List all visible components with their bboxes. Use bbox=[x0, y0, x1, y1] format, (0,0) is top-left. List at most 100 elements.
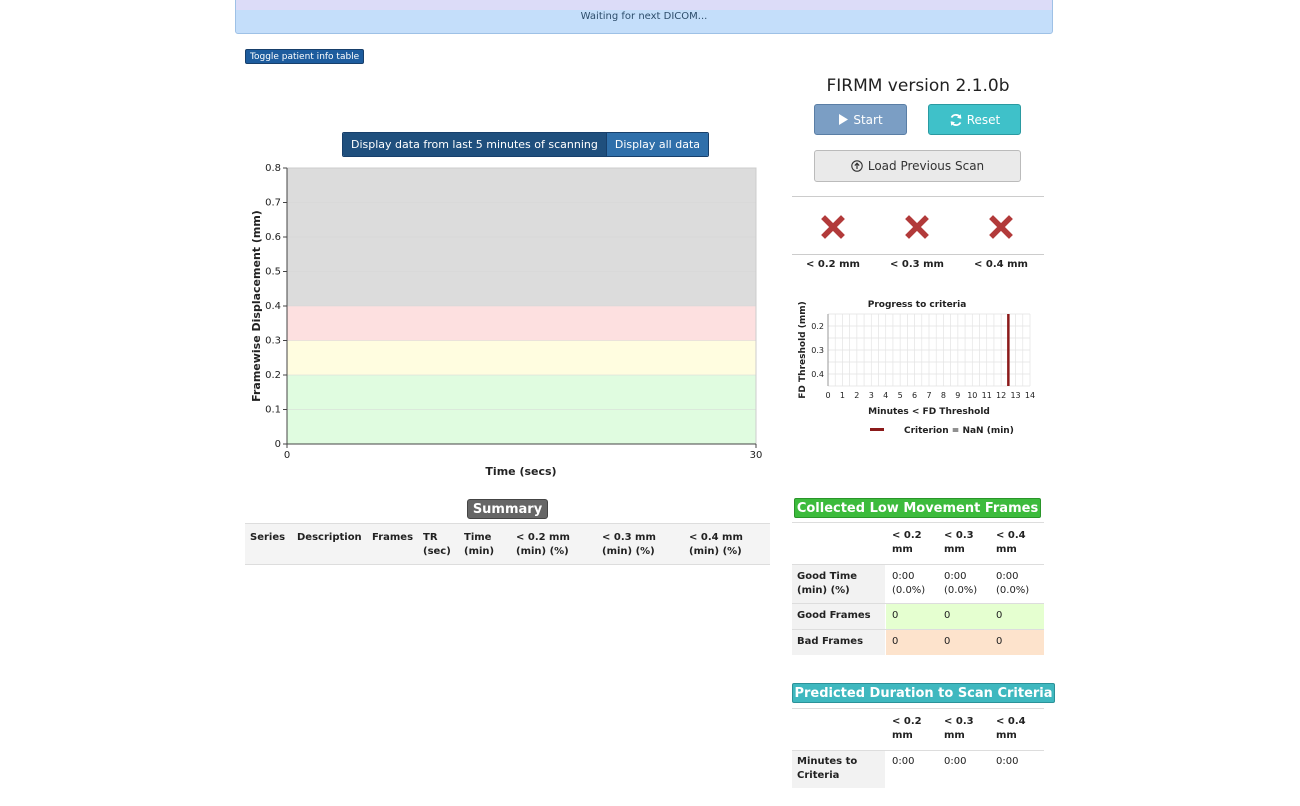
divider bbox=[792, 254, 1044, 255]
y-axis-title: Framewise Displacement (mm) bbox=[250, 210, 263, 402]
x-tick-label: 5 bbox=[898, 391, 903, 400]
threshold-status-mark bbox=[904, 214, 930, 244]
table-cell: 0:00 (0.0%) bbox=[944, 571, 978, 596]
x-tick-label: 10 bbox=[967, 391, 977, 400]
y-tick-label: 0.4 bbox=[265, 301, 281, 312]
load-previous-scan-button[interactable]: Load Previous Scan bbox=[814, 150, 1021, 182]
row-label: Minutes to Criteria bbox=[797, 756, 858, 781]
toggle-patient-table-button[interactable]: Toggle patient info table bbox=[245, 49, 365, 64]
table-cell: 0 bbox=[996, 636, 1003, 647]
x-mark-icon bbox=[989, 215, 1013, 239]
fd-chart: 0 0.1 0.2 0.3 0.4 0.5 0.6 0.7 0.8 0 30 Time (secs… bbox=[250, 163, 763, 478]
table-cell: 0:00 (0.0%) bbox=[996, 571, 1030, 596]
predicted-duration-badge: Predicted Duration to Scan Criteria bbox=[792, 683, 1055, 703]
threshold-band bbox=[287, 306, 756, 341]
column-header: < 0.3 mm bbox=[944, 716, 974, 741]
chart-range-toggle: Display data from last 5 minutes of scan… bbox=[342, 132, 710, 157]
summary-column-header: < 0.4 mm (min) (%) bbox=[689, 532, 743, 557]
x-tick-label: 8 bbox=[941, 391, 946, 400]
threshold-status-mark bbox=[820, 214, 846, 244]
x-mark-icon bbox=[821, 215, 845, 239]
x-mark-icon bbox=[905, 215, 929, 239]
row-label: Good Frames bbox=[797, 610, 871, 621]
x-tick-label: 30 bbox=[750, 450, 763, 461]
y-tick-label: 0.4 bbox=[811, 370, 824, 379]
y-tick-label: 0.3 bbox=[811, 346, 824, 355]
column-header: < 0.2 mm bbox=[892, 530, 922, 555]
progress-chart-title: Progress to criteria bbox=[868, 300, 967, 310]
last-5-minutes-button[interactable]: Display data from last 5 minutes of scan… bbox=[343, 133, 606, 156]
y-tick-label: 0.5 bbox=[265, 267, 281, 278]
table-cell: 0 bbox=[944, 610, 951, 621]
reset-label: Reset bbox=[966, 112, 1001, 127]
table-border bbox=[792, 708, 1044, 709]
y-tick-label: 0.6 bbox=[265, 232, 281, 243]
table-cell: 0 bbox=[996, 610, 1003, 621]
x-tick-label: 4 bbox=[883, 391, 888, 400]
row-highlight bbox=[886, 604, 1044, 629]
column-header: < 0.4 mm bbox=[996, 530, 1026, 555]
threshold-label: < 0.3 mm bbox=[890, 259, 944, 270]
x-tick-label: 2 bbox=[854, 391, 859, 400]
y-tick-label: 0.8 bbox=[265, 163, 281, 174]
all-data-button[interactable]: Display all data bbox=[605, 133, 709, 156]
progress-x-axis-title: Minutes < FD Threshold bbox=[868, 407, 990, 417]
table-cell: 0:00 bbox=[944, 756, 967, 767]
row-highlight bbox=[886, 630, 1044, 655]
x-tick-label: 3 bbox=[869, 391, 874, 400]
start-button[interactable]: Start bbox=[814, 104, 907, 135]
x-tick-label: 7 bbox=[926, 391, 931, 400]
summary-table: Series Description Frames TR (sec) Time (min) <… bbox=[245, 523, 770, 565]
summary-column-header: TR (sec) bbox=[423, 532, 451, 557]
threshold-label: < 0.2 mm bbox=[806, 259, 860, 270]
column-header: < 0.4 mm bbox=[996, 716, 1026, 741]
y-tick-label: 0.2 bbox=[265, 370, 281, 381]
summary-column-header: Frames bbox=[372, 532, 414, 543]
status-banner: Waiting for next DICOM... bbox=[235, 0, 1053, 34]
upload-circle-icon bbox=[851, 160, 863, 172]
summary-column-header: Series bbox=[250, 532, 286, 543]
summary-column-header: < 0.3 mm (min) (%) bbox=[602, 532, 656, 557]
collected-frames-table: < 0.2 mm < 0.3 mm < 0.4 mm Good Time (min) (%) 0… bbox=[792, 522, 1044, 655]
y-tick-label: 0 bbox=[275, 439, 281, 450]
x-tick-label: 6 bbox=[912, 391, 917, 400]
row-label: Bad Frames bbox=[797, 636, 864, 647]
threshold-label: < 0.4 mm bbox=[974, 259, 1028, 270]
table-cell: 0:00 bbox=[996, 756, 1019, 767]
banner-stripe bbox=[236, 0, 1052, 10]
threshold-status-mark bbox=[988, 214, 1014, 244]
table-cell: 0 bbox=[892, 610, 899, 621]
x-tick-label: 14 bbox=[1025, 391, 1035, 400]
table-cell: 0 bbox=[944, 636, 951, 647]
table-cell: 0 bbox=[892, 636, 899, 647]
predicted-duration-table: < 0.2 mm < 0.3 mm < 0.4 mm Minutes to Criteria 0… bbox=[792, 708, 1044, 788]
status-message: Waiting for next DICOM... bbox=[580, 11, 708, 22]
y-tick-label: 0.3 bbox=[265, 336, 281, 347]
y-tick-label: 0.1 bbox=[265, 405, 281, 416]
x-tick-label: 13 bbox=[1010, 391, 1020, 400]
table-cell: 0:00 bbox=[892, 756, 915, 767]
start-label: Start bbox=[853, 112, 883, 127]
y-tick-label: 0.7 bbox=[265, 198, 281, 209]
summary-column-header: < 0.2 mm (min) (%) bbox=[516, 532, 570, 557]
x-tick-label: 11 bbox=[982, 391, 992, 400]
collected-frames-badge: Collected Low Movement Frames bbox=[794, 498, 1041, 518]
column-header: < 0.2 mm bbox=[892, 716, 922, 741]
y-tick-label: 0.2 bbox=[811, 322, 824, 331]
column-header: < 0.3 mm bbox=[944, 530, 974, 555]
x-tick-label: 12 bbox=[996, 391, 1006, 400]
table-cell: 0:00 (0.0%) bbox=[892, 571, 926, 596]
row-label: Good Time (min) (%) bbox=[797, 571, 858, 596]
progress-y-axis-title: FD Threshold (mm) bbox=[798, 301, 808, 398]
divider bbox=[792, 196, 1044, 197]
app-version-title: FIRMM version 2.1.0b bbox=[826, 76, 1010, 96]
summary-column-header: Description bbox=[297, 532, 362, 543]
reset-button[interactable]: Reset bbox=[928, 104, 1021, 135]
x-tick-label: 0 bbox=[284, 450, 290, 461]
legend-swatch bbox=[870, 428, 884, 431]
refresh-icon bbox=[950, 113, 962, 126]
legend-label: Criterion = NaN (min) bbox=[904, 426, 1014, 436]
x-tick-label: 0 bbox=[825, 391, 830, 400]
threshold-band bbox=[287, 340, 756, 375]
summary-column-header: Time (min) bbox=[464, 532, 495, 557]
